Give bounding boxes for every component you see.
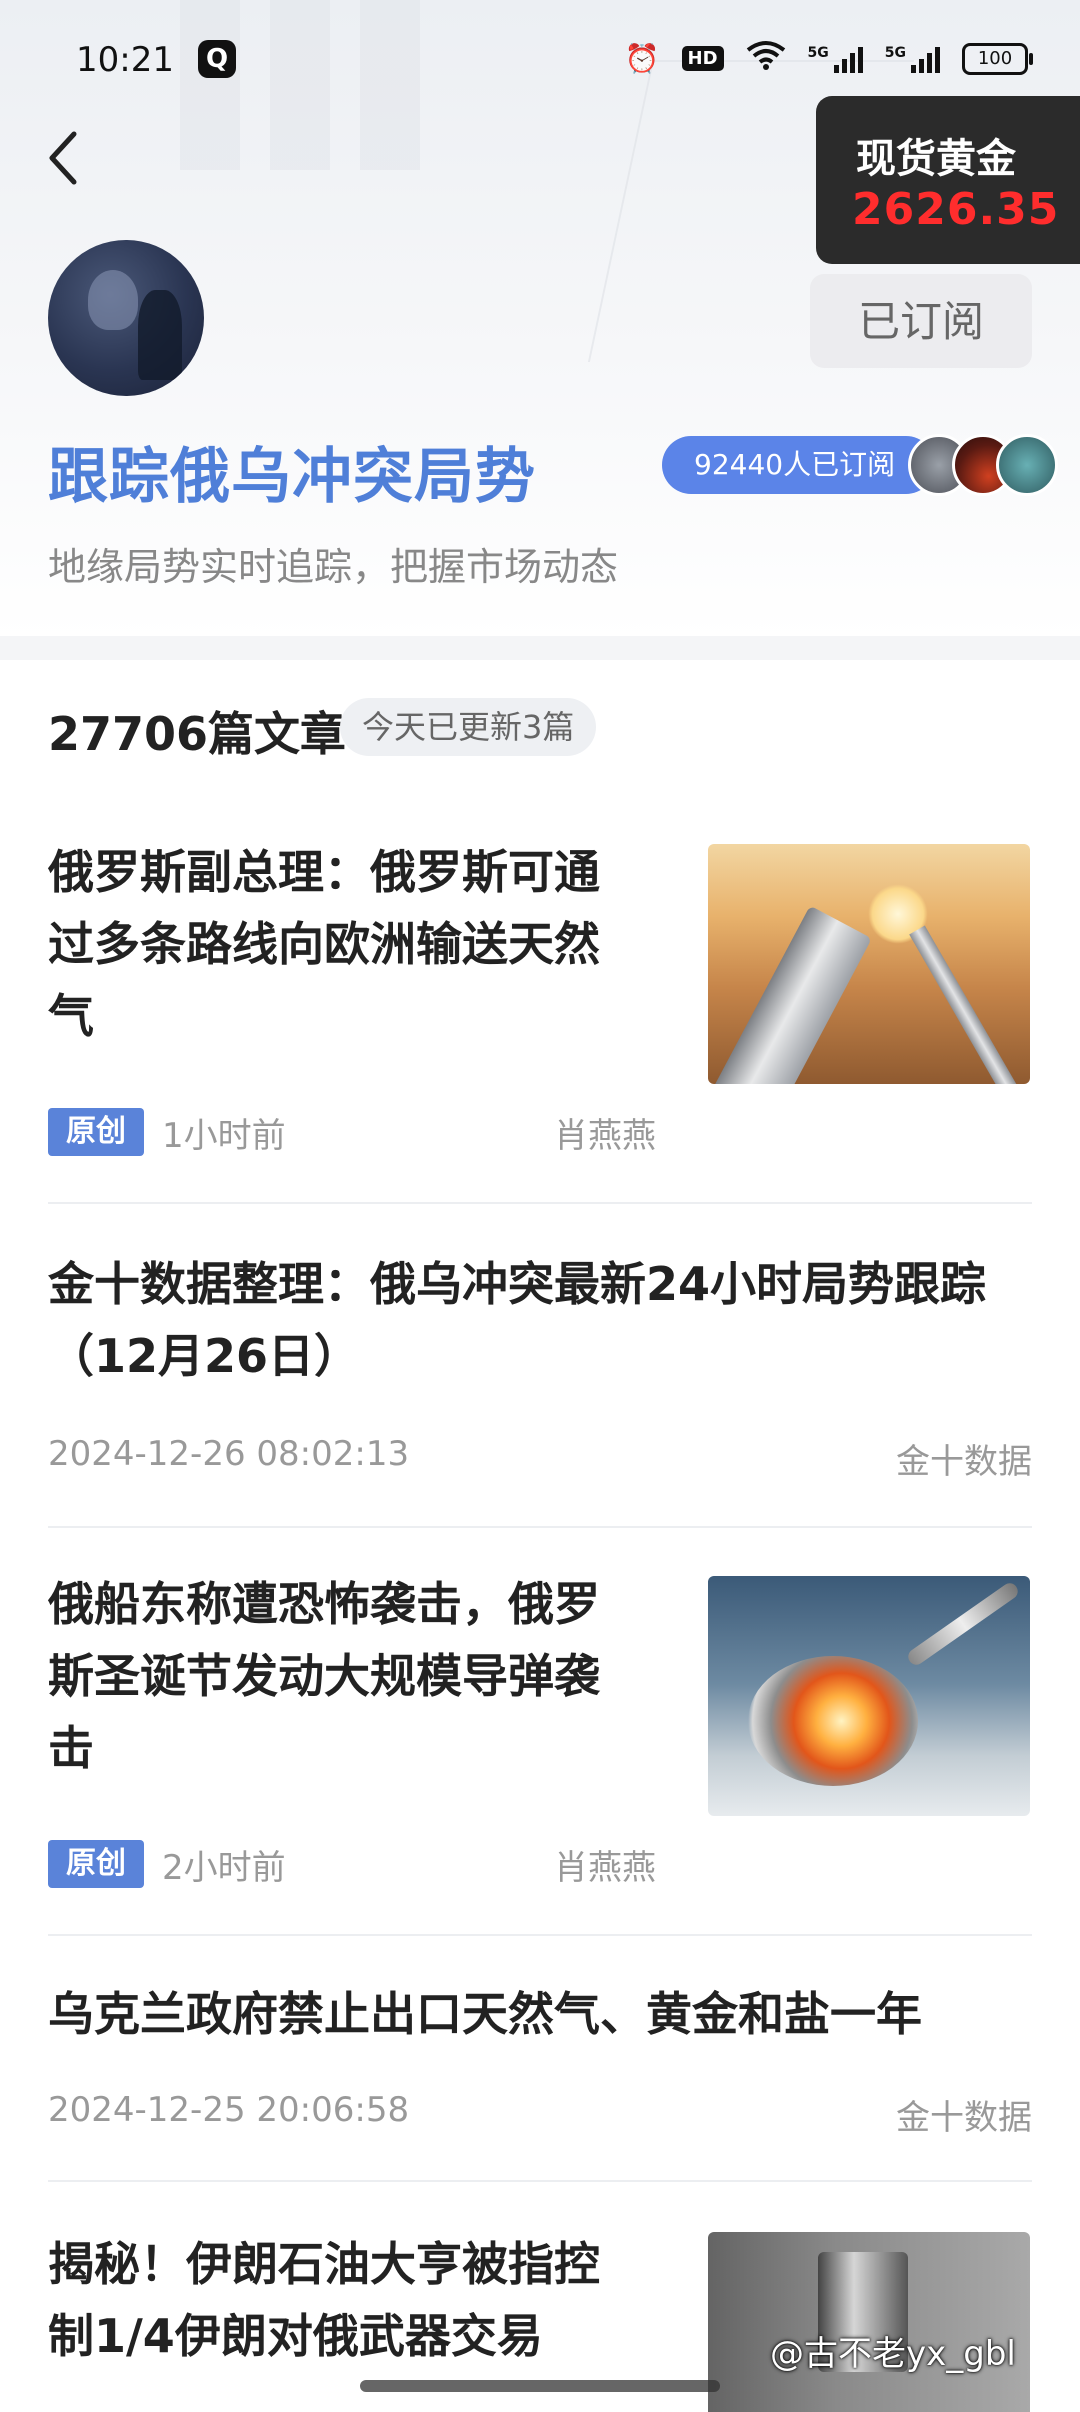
article-title-line: 金十数据整理：俄乌冲突最新24小时局势跟踪 (48, 1257, 987, 1311)
article-title: 俄船东称遭恐怖袭击，俄罗 斯圣诞节发动大规模导弹袭 击 (48, 1568, 648, 1784)
status-icons: ⏰ HD 5G 5G 100 (624, 40, 1033, 77)
article-time: 2024-12-25 20:06:58 (48, 2090, 410, 2130)
network-type: 5G (807, 44, 829, 61)
article-title-line: 过多条路线向欧洲输送天然 (48, 917, 600, 971)
divider (48, 2180, 1032, 2182)
article-title: 金十数据整理：俄乌冲突最新24小时局势跟踪 （12月26日） (48, 1248, 1032, 1392)
article-count: 27706篇文章 (48, 707, 347, 761)
article-item[interactable]: 俄船东称遭恐怖袭击，俄罗 斯圣诞节发动大规模导弹袭 击 原创 2小时前 肖燕燕 (48, 1568, 1032, 1898)
subscribed-button[interactable]: 已订阅 (810, 274, 1032, 368)
chevron-left-icon (49, 131, 77, 185)
article-item[interactable]: 金十数据整理：俄乌冲突最新24小时局势跟踪 （12月26日） 2024-12-2… (48, 1248, 1032, 1498)
watermark: @古不老yx_gbl (770, 2334, 1016, 2374)
pipe-graphic (708, 905, 872, 1084)
article-title-line: 揭秘！伊朗石油大亨被指控 (48, 2237, 600, 2291)
article-title-line: （12月26日） (48, 1329, 361, 1383)
network-type: 5G (884, 44, 906, 61)
divider (48, 1526, 1032, 1528)
signal-icon: 5G (808, 45, 863, 73)
article-title-line: 斯圣诞节发动大规模导弹袭 (48, 1649, 600, 1703)
avatar (996, 434, 1058, 496)
topic-title: 跟踪俄乌冲突局势 (48, 442, 536, 512)
article-author: 肖燕燕 (554, 1116, 656, 1156)
pipeline-image (708, 844, 1030, 1084)
article-title-line: 气 (48, 989, 94, 1043)
divider (48, 1202, 1032, 1204)
missile-graphic (905, 1580, 1021, 1668)
article-time: 1小时前 (162, 1116, 286, 1156)
gold-price-label: 现货黄金 (856, 136, 1016, 182)
gold-price-widget[interactable]: 现货黄金 2626.35 (816, 96, 1080, 264)
updated-today-badge: 今天已更新3篇 (340, 698, 597, 756)
article-title: 俄罗斯副总理：俄罗斯可通 过多条路线向欧洲输送天然 气 (48, 836, 648, 1052)
back-button[interactable] (44, 128, 104, 198)
article-time: 2024-12-26 08:02:13 (48, 1434, 410, 1474)
subscriber-avatars[interactable] (908, 434, 1058, 496)
article-title-line: 乌克兰政府禁止出口天然气、黄金和盐一年 (48, 1987, 922, 2041)
status-time: 10:21 (76, 40, 174, 80)
article-author: 肖燕燕 (554, 1848, 656, 1888)
missile-image (708, 1576, 1030, 1816)
original-tag: 原创 (48, 1840, 144, 1888)
section-divider (0, 636, 1080, 660)
hd-icon: HD (681, 46, 724, 71)
app-notification-icon: Q (198, 40, 236, 78)
explosion-graphic (748, 1656, 918, 1786)
article-title-line: 制1/4伊朗对俄武器交易 (48, 2309, 543, 2363)
article-item[interactable]: 俄罗斯副总理：俄罗斯可通 过多条路线向欧洲输送天然 气 原创 1小时前 肖燕燕 (48, 836, 1032, 1166)
article-title: 乌克兰政府禁止出口天然气、黄金和盐一年 (48, 1978, 1032, 2050)
subscriber-count[interactable]: 92440人已订阅 (662, 436, 936, 494)
battery-icon: 100 (962, 42, 1033, 75)
topic-avatar (48, 240, 204, 396)
article-title-line: 俄船东称遭恐怖袭击，俄罗 (48, 1577, 600, 1631)
pipe-graphic (909, 925, 1025, 1084)
original-tag: 原创 (48, 1108, 144, 1156)
topic-description: 地缘局势实时追踪，把握市场动态 (48, 545, 619, 589)
article-item[interactable]: 乌克兰政府禁止出口天然气、黄金和盐一年 2024-12-25 20:06:58 … (48, 1978, 1032, 2158)
article-title-line: 击 (48, 1721, 94, 1775)
article-time: 2小时前 (162, 1848, 286, 1888)
divider (48, 1934, 1032, 1936)
article-author: 金十数据 (896, 2098, 1032, 2138)
gold-price-value: 2626.35 (852, 184, 1060, 235)
home-indicator[interactable] (360, 2380, 720, 2392)
signal-icon: 5G (885, 45, 940, 73)
article-author: 金十数据 (896, 1442, 1032, 1482)
alarm-icon: ⏰ (624, 42, 660, 75)
article-title-line: 俄罗斯副总理：俄罗斯可通 (48, 845, 600, 899)
article-title: 揭秘！伊朗石油大亨被指控 制1/4伊朗对俄武器交易 (48, 2228, 648, 2372)
wifi-icon (746, 40, 786, 77)
iran-image (708, 2232, 1030, 2412)
